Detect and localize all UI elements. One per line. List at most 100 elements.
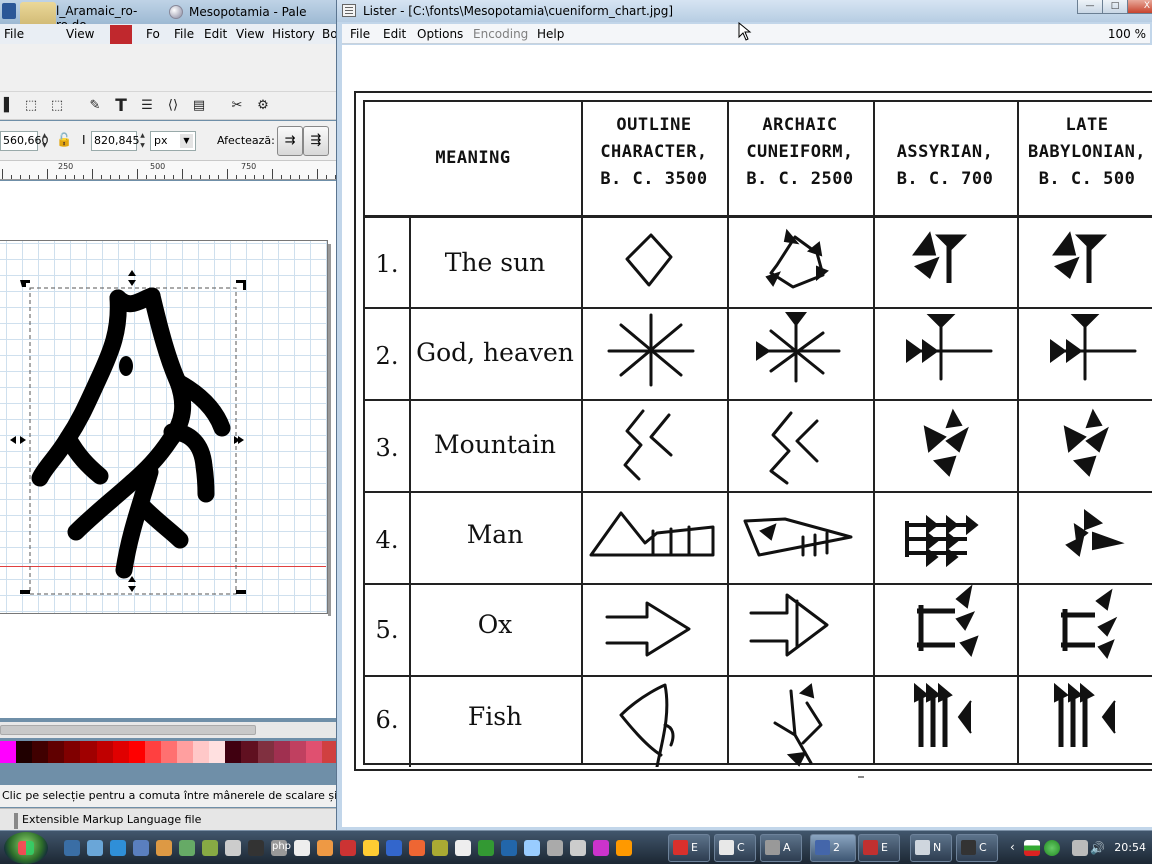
quicklaunch-icon[interactable] bbox=[179, 840, 195, 856]
color-swatch[interactable] bbox=[193, 741, 210, 763]
menu-view[interactable]: View bbox=[66, 24, 94, 44]
quicklaunch-icon[interactable] bbox=[547, 840, 563, 856]
quicklaunch-icon[interactable] bbox=[317, 840, 333, 856]
zoom-drawing-icon[interactable]: ⬚ bbox=[48, 97, 66, 115]
color-swatch[interactable] bbox=[160, 741, 178, 763]
color-swatch[interactable] bbox=[112, 741, 129, 763]
language-flag-icon[interactable] bbox=[1024, 840, 1040, 856]
palemoon-titlebar[interactable]: Mesopotamia - Pale Moon bbox=[163, 0, 338, 43]
color-swatch[interactable] bbox=[273, 741, 290, 763]
menu-help[interactable]: Help bbox=[537, 24, 564, 44]
color-swatch[interactable] bbox=[305, 741, 322, 763]
color-swatch[interactable] bbox=[289, 741, 306, 763]
minimize-button[interactable]: — bbox=[1077, 0, 1103, 14]
zoom-selection-icon[interactable]: ⬚ bbox=[22, 97, 40, 115]
quicklaunch-icon[interactable] bbox=[570, 840, 586, 856]
unit-select[interactable]: px ▼ bbox=[150, 131, 196, 151]
color-swatch[interactable] bbox=[32, 741, 49, 763]
quicklaunch-icon[interactable] bbox=[501, 840, 517, 856]
quicklaunch-icon[interactable] bbox=[524, 840, 540, 856]
color-swatch[interactable] bbox=[225, 741, 242, 763]
quicklaunch-icon[interactable] bbox=[294, 840, 310, 856]
xml-editor-icon[interactable]: ⟨⟩ bbox=[164, 97, 182, 115]
color-palette[interactable] bbox=[0, 741, 338, 763]
quicklaunch-icon[interactable] bbox=[340, 840, 356, 856]
monitor-icon[interactable] bbox=[1072, 840, 1088, 856]
color-swatch[interactable] bbox=[16, 741, 33, 763]
pen-icon[interactable]: ✎ bbox=[86, 97, 104, 115]
palemoon-menu-view[interactable]: View bbox=[236, 24, 264, 44]
taskbar-button[interactable]: E bbox=[858, 834, 900, 862]
quicklaunch-icon[interactable] bbox=[110, 840, 126, 856]
quicklaunch-icon[interactable] bbox=[455, 840, 471, 856]
quicklaunch-icon[interactable] bbox=[363, 840, 379, 856]
image-viewer[interactable]: MEANING OUTLINE CHARACTER, B. C. 3500 AR… bbox=[342, 45, 1152, 827]
x-field[interactable]: 560,660 bbox=[0, 131, 49, 151]
scale-stroke-toggle[interactable]: ⇉ bbox=[277, 126, 303, 156]
lock-icon[interactable]: 🔓 bbox=[56, 133, 72, 148]
height-spinner[interactable]: ▲ ▼ bbox=[138, 131, 147, 151]
lister-titlebar[interactable]: Lister - [C:\fonts\Mesopotamia\cueniform… bbox=[337, 0, 1152, 22]
menu-file[interactable]: File bbox=[4, 24, 24, 44]
start-button[interactable] bbox=[4, 832, 48, 864]
taskbar-button[interactable]: E bbox=[668, 834, 710, 862]
menu-file[interactable]: File bbox=[350, 24, 370, 44]
layers-icon[interactable]: ☰ bbox=[138, 97, 156, 115]
color-swatch[interactable] bbox=[48, 741, 65, 763]
quicklaunch-icon[interactable] bbox=[156, 840, 172, 856]
menu-edit[interactable]: Edit bbox=[383, 24, 406, 44]
palemoon-menu-edit[interactable]: Edit bbox=[204, 24, 227, 44]
taskbar-button[interactable]: N bbox=[910, 834, 952, 862]
quicklaunch-icon[interactable] bbox=[386, 840, 402, 856]
menu-format[interactable]: Fo bbox=[146, 24, 160, 44]
quicklaunch-icon[interactable] bbox=[64, 840, 80, 856]
word-titlebar[interactable]: l_Aramaic_ro-ro.do bbox=[0, 0, 165, 42]
tray-expand-icon[interactable]: ‹ bbox=[1010, 840, 1015, 854]
x-spinner[interactable]: ▲ ▼ bbox=[40, 131, 49, 151]
quicklaunch-icon[interactable] bbox=[87, 840, 103, 856]
color-swatch[interactable] bbox=[80, 741, 97, 763]
color-swatch[interactable] bbox=[209, 741, 226, 763]
php-quicklaunch-label[interactable]: php bbox=[272, 841, 291, 852]
quicklaunch-icon[interactable] bbox=[616, 840, 632, 856]
network-status-icon[interactable] bbox=[1044, 840, 1060, 856]
taskbar-button[interactable]: 2 bbox=[810, 834, 856, 862]
close-button[interactable]: X bbox=[1127, 0, 1152, 14]
color-swatch[interactable] bbox=[241, 741, 258, 763]
scrollbar-thumb[interactable] bbox=[0, 725, 256, 735]
transform-icon[interactable]: ✂ bbox=[228, 97, 246, 115]
height-field[interactable]: 820,845 bbox=[91, 131, 140, 151]
scale-corners-toggle[interactable]: ⇶ bbox=[303, 126, 329, 156]
taskbar-button[interactable]: C bbox=[956, 834, 998, 862]
quicklaunch-icon[interactable] bbox=[478, 840, 494, 856]
clock[interactable]: 20:54 bbox=[1114, 831, 1146, 864]
preferences-icon[interactable]: ⚙ bbox=[254, 97, 272, 115]
color-swatch[interactable] bbox=[128, 741, 145, 763]
volume-icon[interactable]: 🔊 bbox=[1090, 840, 1106, 856]
taskbar-button[interactable]: A bbox=[760, 834, 802, 862]
palemoon-menu-file[interactable]: File bbox=[174, 24, 194, 44]
quicklaunch-icon[interactable] bbox=[432, 840, 448, 856]
color-swatch[interactable] bbox=[144, 741, 161, 763]
fish-glyph-drawing[interactable] bbox=[0, 270, 338, 600]
maximize-button[interactable]: □ bbox=[1102, 0, 1128, 14]
quicklaunch-icon[interactable] bbox=[202, 840, 218, 856]
quicklaunch-icon[interactable] bbox=[409, 840, 425, 856]
color-swatch[interactable] bbox=[0, 741, 17, 763]
menu-options[interactable]: Options bbox=[417, 24, 463, 44]
quicklaunch-icon[interactable] bbox=[225, 840, 241, 856]
color-swatch[interactable] bbox=[96, 741, 113, 763]
palemoon-menu-history[interactable]: History bbox=[272, 24, 315, 44]
text-icon[interactable]: T bbox=[112, 97, 130, 115]
quicklaunch-icon[interactable] bbox=[593, 840, 609, 856]
quicklaunch-icon[interactable] bbox=[248, 840, 264, 856]
color-swatch[interactable] bbox=[64, 741, 81, 763]
quicklaunch-icon[interactable] bbox=[133, 840, 149, 856]
inkscape-canvas[interactable] bbox=[0, 181, 338, 718]
color-swatch[interactable] bbox=[257, 741, 274, 763]
taskbar-button[interactable]: C bbox=[714, 834, 756, 862]
horizontal-scrollbar[interactable] bbox=[0, 722, 338, 738]
align-icon[interactable]: ▤ bbox=[190, 97, 208, 115]
color-swatch[interactable] bbox=[177, 741, 194, 763]
ruler-tick bbox=[65, 175, 66, 179]
